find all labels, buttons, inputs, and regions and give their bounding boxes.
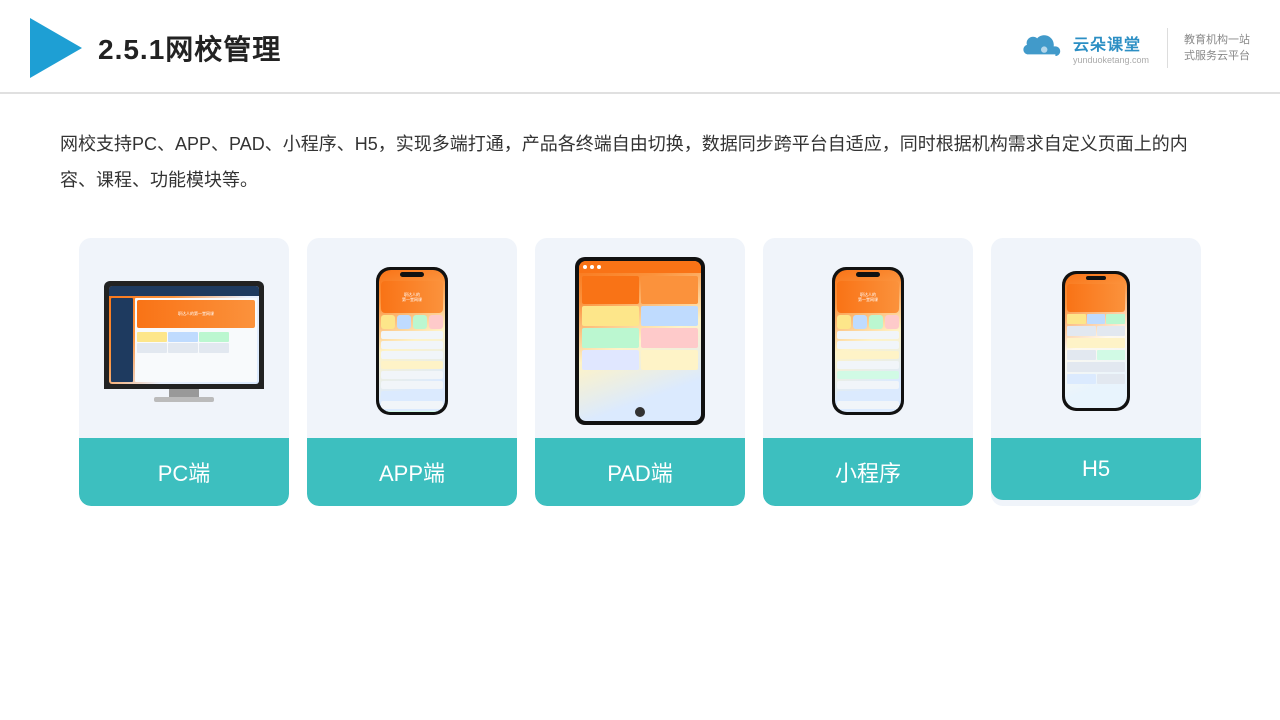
brand-url: yunduoketang.com <box>1073 55 1149 65</box>
header-divider <box>1167 28 1168 68</box>
card-pad: PAD端 <box>535 238 745 506</box>
card-pc-label: PC端 <box>79 438 289 506</box>
cloud-icon <box>1017 32 1065 64</box>
card-h5-label: H5 <box>991 438 1201 500</box>
page-title: 2.5.1网校管理 <box>98 28 281 68</box>
logo-triangle-icon <box>30 18 82 78</box>
card-app-image: 职达人的第一堂网课 <box>307 238 517 438</box>
card-app: 职达人的第一堂网课 <box>307 238 517 506</box>
pc-mockup: 职达人的第一堂网课 <box>104 281 264 402</box>
brand-name: 云朵课堂 <box>1073 31 1141 55</box>
card-pc-image: 职达人的第一堂网课 <box>79 238 289 438</box>
card-pc: 职达人的第一堂网课 <box>79 238 289 506</box>
brand-slogan: 教育机构一站 式服务云平台 <box>1184 32 1250 65</box>
card-pad-label: PAD端 <box>535 438 745 506</box>
header-right: 云朵课堂 yunduoketang.com 教育机构一站 式服务云平台 <box>1017 28 1250 68</box>
cards-container: 职达人的第一堂网课 <box>0 228 1280 506</box>
brand-text-block: 云朵课堂 yunduoketang.com <box>1073 31 1149 65</box>
phone-mockup-mini: 职达人的第一堂网课 <box>832 267 904 415</box>
card-pad-image <box>535 238 745 438</box>
brand-logo <box>1017 32 1065 64</box>
card-mini-image: 职达人的第一堂网课 <box>763 238 973 438</box>
phone-mockup-h5 <box>1062 271 1130 411</box>
card-h5: H5 <box>991 238 1201 506</box>
header: 2.5.1网校管理 云朵课堂 yunduoketang.com 教育机构一站 式… <box>0 0 1280 94</box>
card-h5-image <box>991 238 1201 438</box>
card-mini-label: 小程序 <box>763 438 973 506</box>
card-mini: 职达人的第一堂网课 <box>763 238 973 506</box>
description-text: 网校支持PC、APP、PAD、小程序、H5，实现多端打通，产品各终端自由切换，数… <box>0 94 1280 218</box>
phone-mockup-app: 职达人的第一堂网课 <box>376 267 448 415</box>
header-left: 2.5.1网校管理 <box>30 18 281 78</box>
tablet-mockup <box>575 257 705 425</box>
card-app-label: APP端 <box>307 438 517 506</box>
